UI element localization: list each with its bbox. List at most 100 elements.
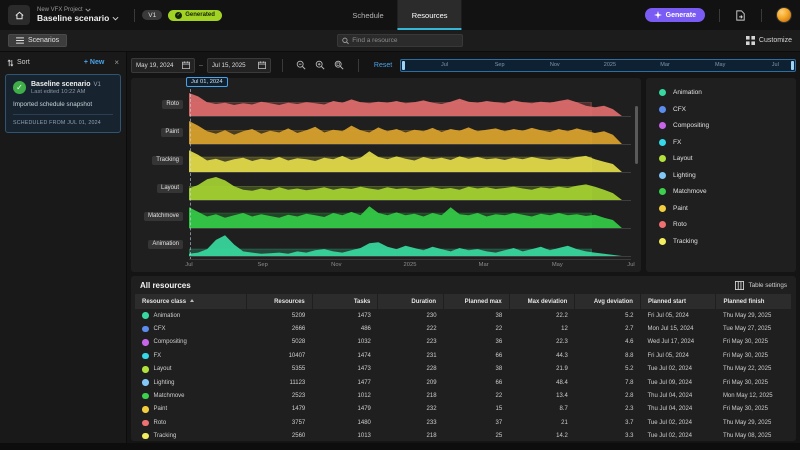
scrubber-month-label: May [715, 62, 725, 68]
legend-color-dot [659, 221, 666, 228]
chart-row-animation: Animation [137, 231, 631, 257]
cell-planned-finish: Fri May 30, 2025 [716, 376, 792, 389]
close-icon[interactable]: × [114, 58, 119, 67]
chart-row-roto: Roto [137, 91, 631, 117]
legend-label: FX [673, 139, 681, 146]
legend-color-dot [659, 155, 666, 162]
cell-avg-deviation: 2.7 [575, 322, 641, 335]
divider [134, 9, 135, 22]
resource-class-name: Lighting [154, 380, 175, 386]
cell-resources: 3757 [247, 416, 313, 429]
status-bar [0, 443, 800, 450]
zoom-out-button[interactable] [294, 58, 309, 73]
cell-planned-finish: Fri May 30, 2025 [716, 349, 792, 362]
cell-planned-max: 38 [444, 309, 510, 322]
scrubber-month-label: Sep [495, 62, 505, 68]
resource-class-dot [142, 312, 149, 319]
top-bar: New VFX Project Baseline scenario V1 ✓ G… [0, 0, 800, 30]
column-header-resources[interactable]: Resources [247, 294, 313, 309]
cell-duration: 230 [378, 309, 444, 322]
table-row-paint[interactable]: Paint14791479232158.72.3Thu Jul 04, 2024… [135, 403, 792, 416]
home-button[interactable] [8, 5, 30, 25]
reset-button[interactable]: Reset [374, 62, 392, 69]
scenarios-button[interactable]: Scenarios [8, 34, 67, 47]
sparkle-icon [654, 11, 662, 19]
date-from-input[interactable]: May 19, 2024 [131, 58, 195, 73]
cell-planned-finish: Thu May 29, 2025 [716, 309, 792, 322]
legend-item-fx: FX [659, 139, 783, 146]
table-row-roto[interactable]: Roto3757148023337213.7Tue Jul 02, 2024Th… [135, 416, 792, 429]
table-row-layout[interactable]: Layout535514732283821.95.2Tue Jul 02, 20… [135, 363, 792, 376]
export-icon[interactable] [734, 9, 747, 22]
project-switcher[interactable]: New VFX Project Baseline scenario [37, 7, 119, 23]
scrubber-right-handle[interactable] [791, 61, 794, 70]
zoom-in-icon [315, 60, 325, 70]
chart-row-label-text: Roto [162, 100, 183, 109]
cell-tasks: 1474 [312, 349, 378, 362]
scrubber-left-handle[interactable] [402, 61, 405, 70]
divider [761, 9, 762, 22]
cell-planned-max: 15 [444, 403, 510, 416]
scenario-card[interactable]: ✓ Baseline scenarioV1 Last edited 10:22 … [5, 74, 121, 133]
column-header-planned-start[interactable]: Planned start [640, 294, 715, 309]
cell-tasks: 1012 [312, 389, 378, 402]
column-header-avg-deviation[interactable]: Avg deviation [575, 294, 641, 309]
month-axis-label: Jul [627, 262, 634, 268]
table-row-matchmove[interactable]: Matchmove252310122182213.42.8Thu Jul 04,… [135, 389, 792, 402]
cell-planned-start: Thu Jul 04, 2024 [640, 389, 715, 402]
cell-tasks: 1479 [312, 403, 378, 416]
divider [358, 59, 359, 72]
chart-row-tracking: Tracking [137, 147, 631, 173]
search-input[interactable] [352, 37, 458, 44]
legend-label: Layout [673, 155, 693, 162]
zoom-selection-button[interactable] [332, 58, 347, 73]
resource-class-dot [142, 326, 149, 333]
zoom-in-button[interactable] [313, 58, 328, 73]
column-header-planned-max[interactable]: Planned max [444, 294, 510, 309]
sort-icon [7, 59, 14, 67]
column-header-resource-class[interactable]: Resource class [135, 294, 247, 309]
chart-scrollbar[interactable] [635, 106, 638, 164]
cell-resource-class: CFX [135, 322, 247, 335]
month-axis-label: Jul [185, 262, 192, 268]
user-avatar[interactable] [776, 7, 792, 23]
table-row-cfx[interactable]: CFX266648622222122.7Mon Jul 15, 2024Tue … [135, 322, 792, 335]
tab-schedule[interactable]: Schedule [338, 0, 397, 30]
resource-class-dot [142, 406, 149, 413]
new-scenario-button[interactable]: + New [84, 59, 105, 66]
all-resources-panel: All resources Table settings Resource cl… [131, 276, 796, 441]
cell-max-deviation: 22.3 [509, 336, 575, 349]
resource-class-dot [142, 433, 149, 440]
cell-resources: 2560 [247, 430, 313, 441]
cell-avg-deviation: 3.3 [575, 430, 641, 441]
cell-resources: 2523 [247, 389, 313, 402]
table-row-compositing[interactable]: Compositing502810322233622.34.6Wed Jul 1… [135, 336, 792, 349]
legend-item-compositing: Compositing [659, 122, 783, 129]
cell-duration: 228 [378, 363, 444, 376]
column-header-duration[interactable]: Duration [378, 294, 444, 309]
sort-button[interactable]: Sort [7, 59, 30, 67]
resource-class-name: Matchmove [154, 393, 185, 399]
resources-table: Resource classResourcesTasksDurationPlan… [135, 294, 792, 441]
table-row-fx[interactable]: FX1040714742316644.38.8Fri Jul 05, 2024F… [135, 349, 792, 362]
chart-row-label: Tracking [137, 156, 189, 165]
resource-search[interactable] [337, 34, 463, 47]
customize-button[interactable]: Customize [746, 36, 792, 45]
table-row-tracking[interactable]: Tracking256010132182514.23.3Tue Jul 02, … [135, 430, 792, 441]
legend-color-dot [659, 205, 666, 212]
timeline-scrubber[interactable]: JulSepNov2025MarMayJul [400, 59, 796, 72]
resource-class-dot [142, 366, 149, 373]
table-settings-button[interactable]: Table settings [735, 281, 787, 290]
resource-usage-chart[interactable]: Jul 01, 2024 RotoPaintTrackingLayoutMatc… [131, 78, 641, 272]
generate-button[interactable]: Generate [645, 8, 705, 22]
column-header-planned-finish[interactable]: Planned finish [716, 294, 792, 309]
tab-resources[interactable]: Resources [398, 0, 462, 30]
scenario-name: Baseline scenario [37, 13, 109, 23]
table-row-animation[interactable]: Animation520914732303822.25.2Fri Jul 05,… [135, 309, 792, 322]
legend-color-dot [659, 188, 666, 195]
column-header-tasks[interactable]: Tasks [312, 294, 378, 309]
table-row-lighting[interactable]: Lighting1112314772096648.47.8Tue Jul 09,… [135, 376, 792, 389]
column-header-max-deviation[interactable]: Max deviation [509, 294, 575, 309]
date-to-input[interactable]: Jul 15, 2025 [207, 58, 271, 73]
resources-panel-title: All resources [140, 281, 191, 290]
